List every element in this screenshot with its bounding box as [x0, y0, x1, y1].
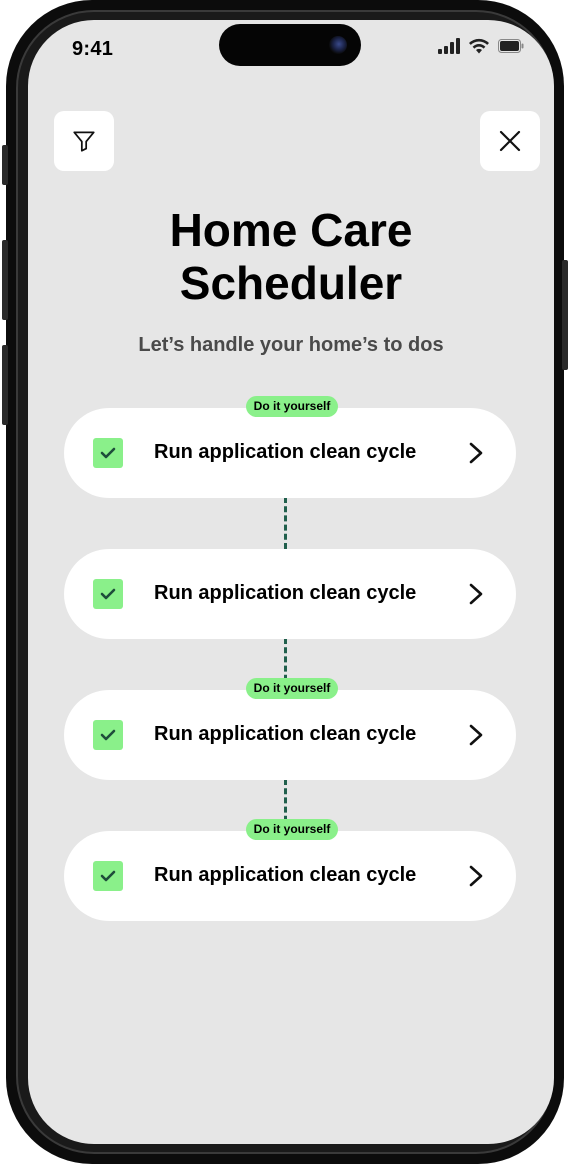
do-it-yourself-badge: Do it yourself: [246, 396, 338, 417]
task-label: Run application clean cycle: [154, 441, 417, 463]
do-it-yourself-badge: Do it yourself: [246, 678, 338, 699]
chevron-right-icon: [469, 865, 483, 887]
task-list: Do it yourself Run application clean cyc…: [28, 20, 554, 1144]
task-label: Run application clean cycle: [154, 864, 417, 886]
power-button: [562, 260, 568, 370]
check-icon: [100, 588, 116, 600]
task-card[interactable]: Run application clean cycle: [64, 549, 516, 639]
chevron-right-icon: [469, 583, 483, 605]
task-checkbox[interactable]: [93, 579, 123, 609]
action-button: [2, 145, 8, 185]
task-card[interactable]: Run application clean cycle: [64, 408, 516, 498]
task-connector: [284, 497, 287, 549]
task-label: Run application clean cycle: [154, 723, 417, 745]
task-card[interactable]: Run application clean cycle: [64, 831, 516, 921]
task-checkbox[interactable]: [93, 861, 123, 891]
phone-frame: 9:41 Home Care Scheduler Let’s handle yo…: [2, 0, 568, 1164]
task-card[interactable]: Run application clean cycle: [64, 690, 516, 780]
volume-down-button: [2, 345, 8, 425]
task-checkbox[interactable]: [93, 720, 123, 750]
task-label: Run application clean cycle: [154, 582, 417, 604]
check-icon: [100, 870, 116, 882]
check-icon: [100, 447, 116, 459]
chevron-right-icon: [469, 442, 483, 464]
task-checkbox[interactable]: [93, 438, 123, 468]
chevron-right-icon: [469, 724, 483, 746]
volume-up-button: [2, 240, 8, 320]
app-screen: 9:41 Home Care Scheduler Let’s handle yo…: [28, 20, 554, 1144]
check-icon: [100, 729, 116, 741]
do-it-yourself-badge: Do it yourself: [246, 819, 338, 840]
